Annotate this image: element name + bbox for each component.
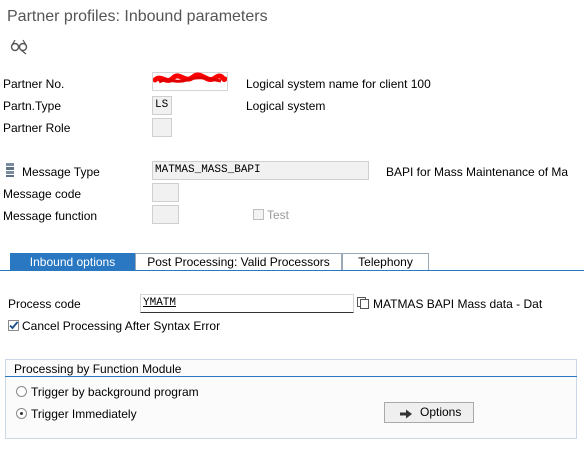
partner-role-field[interactable] xyxy=(152,118,172,137)
partner-no-desc: Logical system name for client 100 xyxy=(246,77,431,91)
partner-no-label: Partner No. xyxy=(3,77,65,91)
process-code-label: Process code xyxy=(8,297,81,311)
message-type-label: Message Type xyxy=(22,165,100,179)
group-title-line xyxy=(5,376,577,377)
message-type-field[interactable]: MATMAS_MASS_BAPI xyxy=(152,161,369,180)
options-label: Options xyxy=(420,405,462,419)
trigger-immediately-radio[interactable] xyxy=(16,408,27,419)
process-code-value: YMATM xyxy=(143,297,177,309)
cancel-processing-checkbox[interactable] xyxy=(8,320,19,331)
options-button[interactable]: Options xyxy=(384,402,474,423)
test-checkbox[interactable] xyxy=(253,209,264,220)
test-label: Test xyxy=(267,208,290,222)
tab-inbound-options[interactable]: Inbound options xyxy=(10,253,135,270)
message-code-field[interactable] xyxy=(152,183,179,202)
glasses-icon[interactable] xyxy=(9,37,29,55)
document-stack-icon xyxy=(4,162,16,178)
trigger-background-label: Trigger by background program xyxy=(31,385,199,399)
partn-type-field[interactable]: LS xyxy=(152,96,172,115)
partn-type-label: Partn.Type xyxy=(3,99,62,113)
window-title: Partner profiles: Inbound parameters xyxy=(7,8,268,25)
redacted-mark xyxy=(152,72,228,88)
process-code-field[interactable]: YMATM xyxy=(140,294,354,313)
copy-icon[interactable] xyxy=(356,296,370,310)
partn-type-value: LS xyxy=(155,99,169,111)
tab-strip-line xyxy=(0,270,584,271)
partn-type-desc: Logical system xyxy=(246,99,326,113)
process-code-desc: MATMAS BAPI Mass data - Dat xyxy=(373,297,543,311)
partner-role-label: Partner Role xyxy=(3,121,71,135)
message-code-label: Message code xyxy=(3,187,82,201)
message-type-desc: BAPI for Mass Maintenance of Ma xyxy=(386,165,569,179)
cancel-processing-label: Cancel Processing After Syntax Error xyxy=(22,319,221,333)
tab-post-processing[interactable]: Post Processing: Valid Processors xyxy=(135,253,342,270)
message-function-label: Message function xyxy=(3,209,98,223)
message-function-field[interactable] xyxy=(152,205,179,224)
toolbar xyxy=(0,34,584,60)
arrow-right-icon xyxy=(399,407,413,419)
trigger-immediately-label: Trigger Immediately xyxy=(31,407,137,421)
trigger-background-radio[interactable] xyxy=(16,386,27,397)
message-type-value: MATMAS_MASS_BAPI xyxy=(155,164,261,176)
tab-telephony[interactable]: Telephony xyxy=(342,253,429,270)
